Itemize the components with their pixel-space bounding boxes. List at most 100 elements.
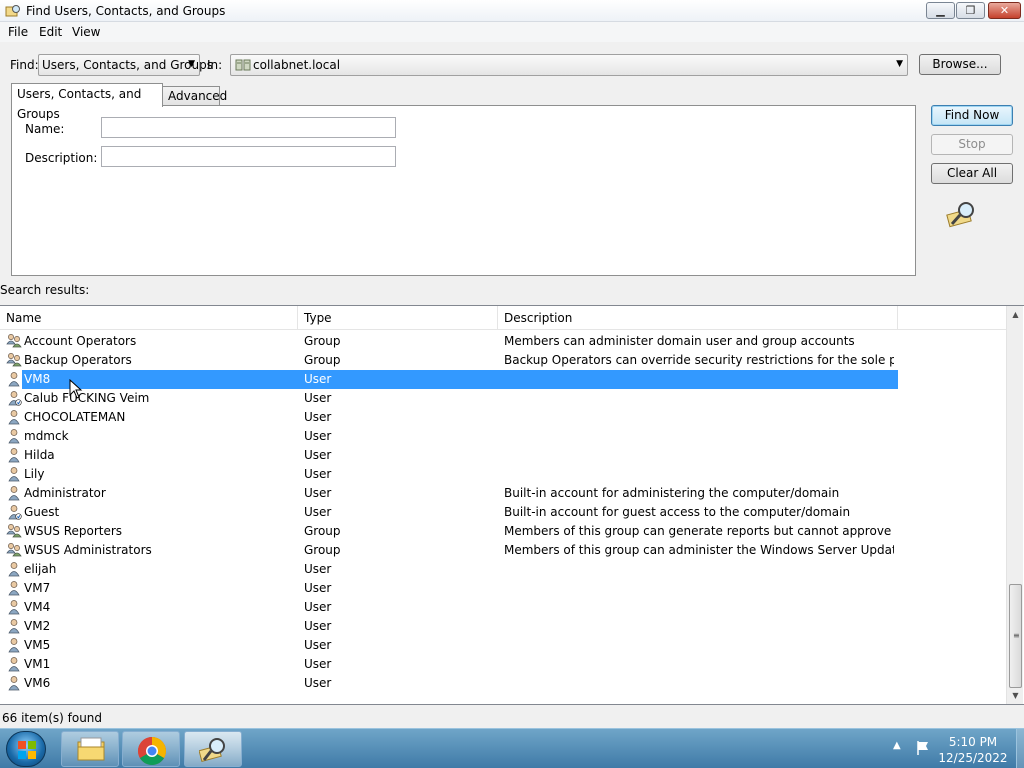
taskbar-explorer[interactable] [61,731,119,767]
clock-date: 12/25/2022 [938,751,1008,765]
table-row[interactable]: VM6 User [0,674,1006,693]
table-row[interactable]: WSUS Reporters Group Members of this group… [0,522,1006,541]
browse-button[interactable]: Browse... [919,54,1001,75]
row-name: CHOCOLATEMAN [24,410,126,424]
row-name: WSUS Administrators [24,543,152,557]
table-row[interactable]: VM2 User [0,617,1006,636]
grip-icon: ≡ [1013,631,1020,640]
user-icon [8,581,20,596]
row-type: User [304,562,332,576]
show-hidden-icons-icon[interactable]: ▲ [893,740,901,751]
scroll-up-icon[interactable]: ▲ [1007,306,1024,323]
table-row[interactable]: Backup Operators Group Backup Operators ca… [0,351,1006,370]
row-name: Account Operators [24,334,137,348]
search-animation-icon [946,202,974,228]
action-center-flag-icon[interactable] [915,740,931,756]
column-header-description[interactable]: Description [498,306,898,330]
row-type: User [304,448,332,462]
row-name: VM7 [24,581,51,595]
clear-all-button[interactable]: Clear All [931,163,1013,184]
minimize-button[interactable]: ▁ [926,2,955,19]
maximize-button[interactable]: ❐ [956,2,985,19]
table-row[interactable]: VM1 User [0,655,1006,674]
stop-button[interactable]: Stop [931,134,1013,155]
table-row[interactable]: VM7 User [0,579,1006,598]
tab-users-contacts-groups[interactable]: Users, Contacts, and Groups [11,83,163,121]
row-description: Members of this group can administer the… [504,543,894,557]
taskbar-find-users[interactable] [184,731,242,767]
row-name: VM4 [24,600,51,614]
in-location-dropdown[interactable]: collabnet.local ▼ [230,54,908,76]
restore-icon: ❐ [965,4,976,17]
minimize-icon: ▁ [936,4,945,17]
group-icon [6,334,22,348]
row-type: User [304,657,332,671]
scroll-thumb[interactable]: ≡ [1009,584,1022,688]
table-row[interactable]: VM4 User [0,598,1006,617]
close-button[interactable]: ✕ [988,2,1021,19]
user-icon [8,486,20,501]
table-row[interactable]: mdmck User [0,427,1006,446]
row-name: VM5 [24,638,51,652]
domain-icon [235,59,251,71]
user-icon [8,638,20,653]
row-type: User [304,391,332,405]
row-description: Members of this group can generate repor… [504,524,894,538]
user-icon [8,467,20,482]
taskbar-clock[interactable]: 5:10 PM 12/25/2022 [930,734,1016,766]
user-icon [8,600,20,615]
row-name: VM8 [24,372,51,386]
menu-file[interactable]: File [8,25,28,39]
dropdown-arrow-icon: ▼ [188,59,195,69]
tab-advanced[interactable]: Advanced [162,86,227,105]
row-type: User [304,410,332,424]
table-row[interactable]: Guest User Built-in account for guest acce… [0,503,1006,522]
row-type: User [304,581,332,595]
table-row[interactable]: Lily User [0,465,1006,484]
table-row[interactable]: elijah User [0,560,1006,579]
table-row[interactable]: Administrator User Built-in account for ad… [0,484,1006,503]
scroll-down-icon[interactable]: ▼ [1007,687,1024,704]
column-header-name[interactable]: Name [0,306,298,330]
row-type: User [304,600,332,614]
name-input[interactable] [101,117,396,138]
table-row[interactable]: Calub FUCKING Veim User [0,389,1006,408]
start-button[interactable] [6,731,46,767]
row-type: User [304,638,332,652]
find-now-button[interactable]: Find Now [931,105,1013,126]
column-header-type[interactable]: Type [298,306,498,330]
row-name: elijah [24,562,57,576]
table-row[interactable]: VM5 User [0,636,1006,655]
results-header: Name Type Description [0,306,1006,330]
user-icon [8,676,20,691]
show-desktop-button[interactable] [1016,729,1024,768]
table-row[interactable]: CHOCOLATEMAN User [0,408,1006,427]
row-type: User [304,676,332,690]
row-name: Backup Operators [24,353,132,367]
menu-edit[interactable]: Edit [39,25,62,39]
window-title: Find Users, Contacts, and Groups [26,4,226,18]
row-description: Members can administer domain user and g… [504,334,855,348]
description-input[interactable] [101,146,396,167]
row-name: VM1 [24,657,51,671]
find-type-dropdown[interactable]: Users, Contacts, and Groups ▼ [38,54,213,76]
search-results-list[interactable]: Name Type Description Account Operators G… [0,305,1024,705]
menu-view[interactable]: View [72,25,100,39]
table-row[interactable]: Hilda User [0,446,1006,465]
menu-bar: File Edit View [0,22,1024,42]
taskbar-chrome[interactable] [122,731,180,767]
user-icon [8,429,20,444]
mouse-cursor-icon [69,379,83,399]
row-description: Backup Operators can override security r… [504,353,894,367]
description-label: Description: [25,151,98,165]
results-vertical-scrollbar[interactable]: ▲ ≡ ▼ [1006,306,1023,704]
user-icon [8,410,20,425]
row-type: Group [304,334,341,348]
group-icon [6,543,22,557]
row-type: User [304,619,332,633]
table-row[interactable]: Account Operators Group Members can admini… [0,332,1006,351]
row-description: Built-in account for guest access to the… [504,505,851,519]
table-row[interactable]: VM8 User [0,370,1006,389]
row-name: Guest [24,505,60,519]
table-row[interactable]: WSUS Administrators Group Members of this … [0,541,1006,560]
